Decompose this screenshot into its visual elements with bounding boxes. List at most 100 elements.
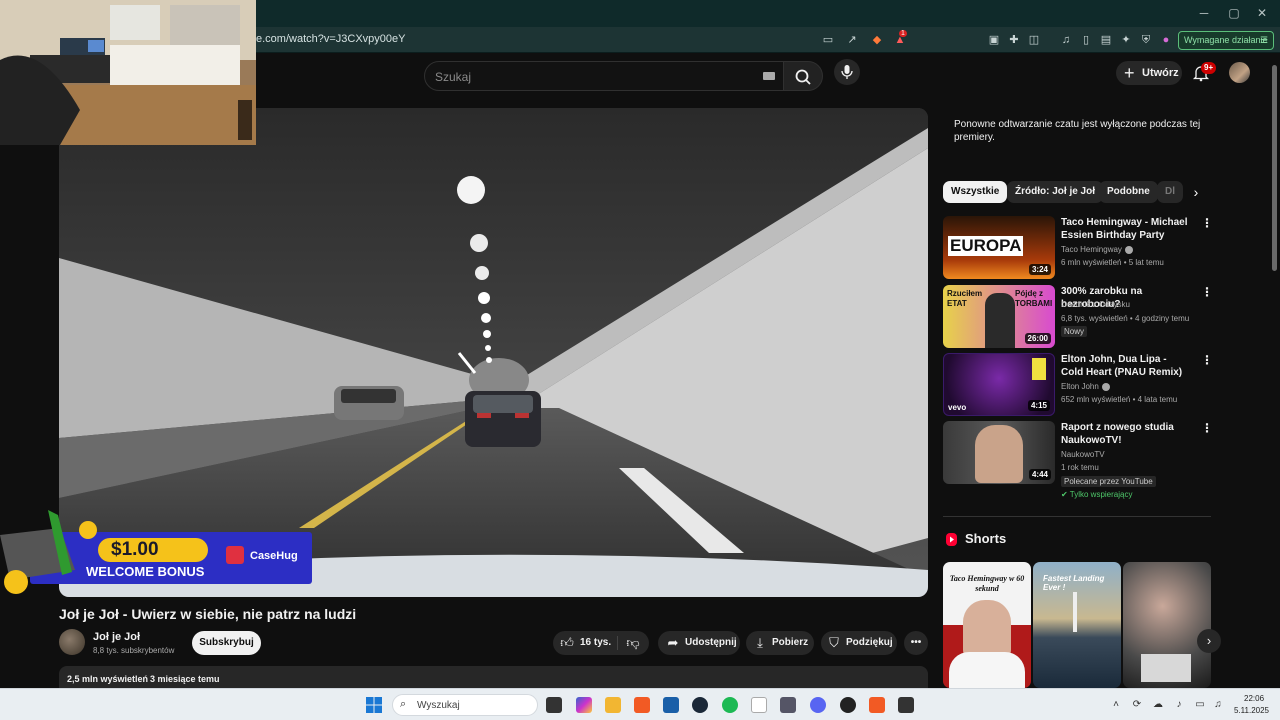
notepad-icon[interactable] [751,697,767,713]
subscribe-button[interactable]: Subskrybuj [192,631,261,655]
tray-chevron-icon[interactable]: ˄ [1110,699,1122,711]
recommendation-title[interactable]: Raport z nowego studia NaukowoTV! [1061,421,1191,447]
recommendation-channel[interactable]: Elton John [1061,382,1110,391]
terminal-icon[interactable] [898,697,914,713]
more-vertical-icon[interactable]: ⋮ [1201,421,1213,435]
url-text[interactable]: e.com/watch?v=J3CXvpy00eY [256,33,406,45]
video-thumbnail[interactable]: EUROPA 3:24 [943,216,1055,279]
like-button[interactable]: 👍︎ 16 tys. [553,631,617,655]
taskbar-search[interactable]: ⌕ [392,694,538,716]
sync-icon[interactable]: ⟳ [1131,699,1143,711]
plus-icon: + [1124,63,1135,83]
chip-all[interactable]: Wszystkie [943,181,1008,203]
chip-related[interactable]: Podobne [1099,181,1158,203]
recommendation-channel[interactable]: NaukowoTV [1061,450,1105,459]
recommendation-channel[interactable]: Taco Hemingway [1061,245,1133,254]
page-scrollbar[interactable] [1270,53,1280,688]
sidebar-icon[interactable]: ▯ [1078,32,1094,48]
rewards-badge: 1 [899,30,907,37]
create-button[interactable]: + Utwórz [1116,61,1182,85]
video-thumbnail[interactable]: 4:44 [943,421,1055,484]
recommendation-item[interactable]: EUROPA 3:24 Taco Hemingway - Michael Ess… [943,216,1213,280]
short-item[interactable]: Taco Hemingway w 60 sekund [943,562,1031,688]
sponsor-ad-overlay[interactable]: $1.00 WELCOME BONUS CaseHug [0,510,312,600]
dislike-button[interactable]: 👎︎ [618,631,649,655]
description-box[interactable]: 2,5 mln wyświetleń 3 miesiące temu [59,666,928,688]
brave-browser-active-icon[interactable] [869,697,885,713]
recommendation-title[interactable]: Taco Hemingway - Michael Essien Birthday… [1061,216,1191,242]
minimize-icon[interactable]: ─ [1194,4,1214,22]
short-item[interactable]: Fastest Landing Ever ! [1033,562,1121,688]
keyboard-icon[interactable] [763,72,775,80]
brave-shield-icon[interactable]: ◆ [869,32,885,48]
copilot-icon[interactable] [576,697,592,713]
taskbar-search-input[interactable] [417,698,532,712]
vpn-icon[interactable]: ⛨ [1138,32,1154,48]
volume-icon[interactable]: ♫ [1212,699,1224,711]
recommendation-title[interactable]: Elton John, Dua Lipa - Cold Heart (PNAU … [1061,353,1191,379]
video-title: Joł je Joł - Uwierz w siebie, nie patrz … [59,606,357,622]
person-figure [985,293,1015,348]
maximize-icon[interactable]: ▢ [1224,4,1244,22]
download-icon: ⤓ [757,635,763,650]
more-actions-button[interactable]: ••• [904,631,928,655]
more-vertical-icon[interactable]: ⋮ [1201,216,1213,230]
network-icon[interactable]: ▭ [1194,699,1206,711]
windows-taskbar: ⌕ ˄ ⟳ ☁ ♪ ▭ ♫ 22:06 5.11.2025 [0,688,1280,720]
screenshot-icon[interactable]: ◫ [1026,32,1042,48]
calculator-icon[interactable] [780,697,796,713]
channel-name[interactable]: Joł je Joł [93,631,140,643]
action-required-button[interactable]: Wymagane działanie ☰ [1178,31,1274,50]
recommendation-item[interactable]: vevo 4:15 Elton John, Dua Lipa - Cold He… [943,353,1213,417]
recommendation-item[interactable]: Rzuciłem ETAT Pójdę z TORBAMI 26:00 300%… [943,285,1213,349]
video-thumbnail[interactable]: vevo 4:15 [943,353,1055,416]
download-button[interactable]: ⤓ Pobierz [746,631,814,655]
cast-icon[interactable]: ▭ [820,32,836,48]
search-input[interactable] [435,68,755,86]
search-box[interactable] [424,61,784,91]
members-only-badge: ✔ Tylko wspierający [1061,490,1133,499]
leo-icon[interactable]: ✦ [1118,32,1134,48]
chip-from-channel[interactable]: Źródło: Joł je Joł [1007,181,1104,203]
search-button[interactable] [783,61,823,91]
thanks-button[interactable]: ⛉ Podziękuj [821,631,897,655]
share-button[interactable]: ➦ Udostępnij [658,631,740,655]
short-item[interactable] [1123,562,1211,688]
puzzle-icon[interactable]: ✚ [1006,32,1022,48]
thumbs-up-icon: 👍︎ [560,635,574,650]
recommendation-channel[interactable]: Osadnik z Odzysku [1061,300,1130,309]
chevron-right-icon[interactable]: › [1197,629,1221,653]
chevron-right-icon[interactable]: › [1186,182,1206,202]
brave-browser-icon[interactable] [634,697,650,713]
wallet-icon[interactable]: ▤ [1098,32,1114,48]
share-page-icon[interactable]: ↗ [844,32,860,48]
clock-time[interactable]: 22:06 [1244,694,1264,703]
discord-icon[interactable] [810,697,826,713]
voice-search-button[interactable] [834,59,860,85]
file-explorer-icon[interactable] [605,697,621,713]
more-vertical-icon[interactable]: ⋮ [1201,353,1213,367]
chip-partial[interactable]: Dl [1157,181,1183,203]
spotify-icon[interactable] [722,697,738,713]
video-thumbnail[interactable]: Rzuciłem ETAT Pójdę z TORBAMI 26:00 [943,285,1055,348]
scrollbar-thumb[interactable] [1272,65,1277,271]
share-icon: ➦ [667,635,679,650]
obs-icon[interactable] [840,697,856,713]
recommendation-meta: 6 mln wyświetleń • 5 lat temu [1061,258,1164,267]
media-icon[interactable]: ♫ [1058,32,1074,48]
extension-icon[interactable]: ▣ [986,32,1002,48]
account-avatar[interactable] [1229,62,1250,83]
steam-icon[interactable] [692,697,708,713]
more-vertical-icon[interactable]: ⋮ [1201,285,1213,299]
store-icon[interactable] [663,697,679,713]
shorts-icon [946,533,957,546]
cloud-icon[interactable]: ☁ [1152,699,1164,711]
channel-avatar[interactable] [59,629,85,655]
close-icon[interactable]: ✕ [1252,4,1272,22]
clock-date[interactable]: 5.11.2025 [1234,706,1269,715]
recommendation-item[interactable]: 4:44 Raport z nowego studia NaukowoTV! N… [943,421,1213,501]
microphone-tray-icon[interactable]: ♪ [1173,699,1185,711]
task-view-icon[interactable] [546,697,562,713]
windows-start-icon[interactable] [366,697,382,713]
profile-icon[interactable]: ● [1158,32,1174,48]
